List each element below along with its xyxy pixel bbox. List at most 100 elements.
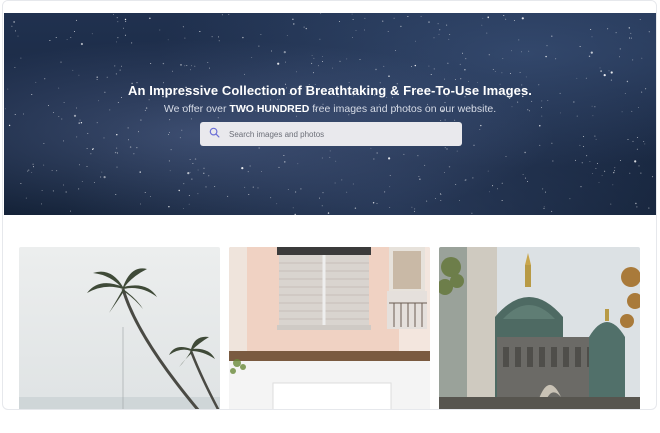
star-dot [100, 176, 102, 178]
star-dot [218, 40, 220, 42]
star-dot [541, 115, 543, 117]
star-dot [116, 134, 118, 136]
star-dot [513, 20, 515, 22]
star-dot [103, 137, 105, 139]
star-dot [608, 70, 610, 72]
star-dot [473, 144, 475, 146]
star-dot [376, 152, 378, 154]
star-dot [545, 191, 546, 193]
star-dot [644, 143, 646, 145]
star-dot [439, 29, 441, 31]
star-dot [575, 159, 576, 161]
star-dot [414, 64, 416, 67]
star-dot [444, 172, 446, 173]
search-bar[interactable] [200, 122, 462, 146]
star-dot [283, 155, 285, 157]
star-dot [114, 151, 117, 154]
star-dot [351, 13, 353, 15]
star-dot [287, 188, 289, 190]
star-dot [465, 179, 467, 181]
star-dot [321, 157, 323, 159]
star-dot [178, 189, 180, 192]
star-dot [96, 78, 98, 80]
star-dot [319, 38, 321, 40]
star-dot [183, 183, 185, 185]
star-dot [52, 190, 54, 192]
star-dot [60, 61, 62, 63]
star-dot [531, 100, 533, 102]
star-dot [115, 193, 117, 195]
star-dot [194, 65, 196, 67]
star-dot [364, 17, 366, 19]
star-dot [106, 76, 108, 78]
star-dot [119, 69, 121, 71]
star-dot [294, 213, 296, 215]
star-dot [628, 27, 630, 29]
gallery-photo-palm-trees[interactable] [19, 247, 220, 409]
star-dot [28, 169, 30, 171]
star-dot [73, 31, 75, 32]
star-dot [241, 167, 244, 170]
star-dot [101, 171, 103, 173]
star-dot [271, 50, 272, 52]
star-dot [619, 48, 621, 50]
gallery-photo-cathedral[interactable] [439, 247, 640, 409]
star-dot [627, 139, 629, 141]
star-dot [181, 129, 183, 131]
star-dot [79, 119, 81, 121]
gallery-photo-building[interactable] [229, 247, 430, 409]
star-dot [576, 77, 578, 79]
star-dot [81, 181, 83, 183]
star-dot [352, 37, 354, 38]
star-dot [318, 65, 319, 67]
star-dot [334, 182, 336, 184]
star-dot [640, 172, 642, 174]
star-dot [13, 21, 15, 23]
star-dot [320, 13, 322, 14]
star-dot [524, 151, 526, 154]
star-dot [610, 79, 612, 81]
star-dot [61, 118, 63, 120]
star-dot [257, 187, 259, 189]
star-dot [643, 141, 645, 143]
star-dot [198, 31, 200, 32]
star-dot [346, 58, 348, 60]
star-dot [116, 166, 118, 168]
star-dot [589, 160, 591, 162]
star-dot [252, 186, 254, 188]
star-dot [150, 62, 152, 64]
star-dot [539, 144, 541, 146]
star-dot [599, 67, 601, 69]
star-dot [90, 153, 92, 155]
star-dot [197, 193, 199, 195]
star-dot [149, 196, 151, 198]
star-dot [124, 34, 126, 36]
star-dot [313, 72, 315, 74]
star-dot [471, 212, 473, 214]
star-dot [384, 191, 386, 193]
star-dot [581, 162, 583, 164]
star-dot [502, 58, 504, 59]
star-dot [479, 129, 481, 130]
star-dot [8, 124, 11, 127]
star-dot [78, 122, 80, 124]
star-dot [167, 39, 169, 41]
star-dot [192, 163, 194, 164]
star-dot [284, 161, 286, 163]
star-dot [190, 69, 192, 71]
star-dot [524, 177, 526, 179]
search-input[interactable] [227, 128, 451, 140]
star-dot [585, 77, 587, 79]
star-dot [433, 68, 435, 70]
star-dot [116, 41, 117, 43]
star-dot [592, 172, 594, 174]
star-dot [389, 186, 391, 188]
star-dot [72, 69, 74, 71]
star-dot [509, 73, 511, 75]
star-dot [293, 23, 295, 25]
star-dot [639, 19, 641, 20]
star-dot [305, 27, 307, 30]
star-dot [552, 160, 554, 162]
star-dot [139, 171, 141, 173]
star-dot [652, 176, 654, 178]
